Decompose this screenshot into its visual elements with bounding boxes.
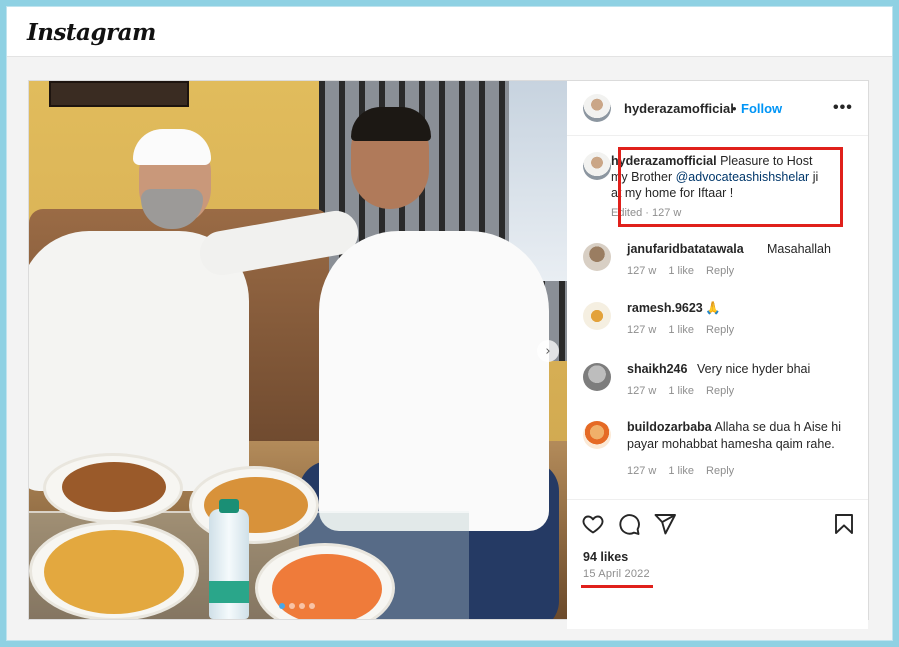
comment-likes[interactable]: 1 like bbox=[668, 385, 694, 397]
post-side-panel: hyderazamofficial • Follow ••• hyderazam… bbox=[567, 81, 868, 629]
photo-plate-bhajiya bbox=[29, 521, 199, 619]
carousel-dot bbox=[309, 603, 315, 609]
date-highlight-underline bbox=[581, 585, 653, 588]
comment-likes[interactable]: 1 like bbox=[668, 324, 694, 336]
comment-icon[interactable] bbox=[617, 512, 641, 536]
photo-plate-pakora bbox=[43, 453, 183, 523]
comment-time: 127 w bbox=[627, 324, 657, 336]
comment-avatar[interactable] bbox=[583, 421, 611, 449]
share-icon[interactable] bbox=[653, 512, 677, 536]
comment-likes[interactable]: 1 like bbox=[668, 465, 694, 477]
header-separator: • bbox=[732, 101, 737, 116]
comment-reply-button[interactable]: Reply bbox=[706, 324, 734, 336]
caption-highlight-box bbox=[618, 147, 843, 227]
comment-body: buildozarbaba Allaha se dua h Aise hi pa… bbox=[627, 419, 852, 453]
bookmark-icon[interactable] bbox=[832, 512, 856, 536]
post-date[interactable]: 15 April 2022 bbox=[583, 568, 650, 580]
photo-host-cap bbox=[133, 129, 211, 165]
photo-bottle-label bbox=[209, 581, 249, 603]
post-header: hyderazamofficial • Follow ••• bbox=[567, 81, 868, 136]
follow-button[interactable]: Follow bbox=[741, 101, 782, 116]
comment-text: Very nice hyder bhai bbox=[697, 362, 811, 376]
comment-text: Masahallah bbox=[767, 242, 831, 256]
comment-reply-button[interactable]: Reply bbox=[706, 265, 734, 277]
likes-count[interactable]: 94 likes bbox=[583, 550, 628, 564]
heart-icon[interactable] bbox=[581, 512, 605, 536]
comment-meta: 127 w 1 like Reply bbox=[627, 265, 734, 277]
more-horizontal-icon[interactable]: ••• bbox=[833, 99, 853, 117]
comment-time: 127 w bbox=[627, 465, 657, 477]
comment-avatar[interactable] bbox=[583, 363, 611, 391]
photo-guest-body bbox=[319, 231, 549, 531]
instagram-logo[interactable]: Instagram bbox=[27, 19, 156, 46]
post-photo[interactable]: › bbox=[29, 81, 567, 619]
comment-meta: 127 w 1 like Reply bbox=[627, 465, 734, 477]
photo-pakora bbox=[62, 462, 166, 512]
post-card: › hyderazamofficial • Follow ••• hyderaz… bbox=[28, 80, 869, 629]
top-navigation-bar: Instagram bbox=[7, 7, 892, 57]
photo-wall-frame bbox=[49, 81, 189, 107]
carousel-dots bbox=[279, 603, 315, 609]
photo-bhajiya bbox=[44, 530, 184, 614]
carousel-dot bbox=[289, 603, 295, 609]
comment-time: 127 w bbox=[627, 385, 657, 397]
carousel-dot bbox=[279, 603, 285, 609]
comment-meta: 127 w 1 like Reply bbox=[627, 324, 734, 336]
screenshot-frame: Instagram › hyderazamofficial • Follow •… bbox=[6, 6, 893, 641]
comment-meta: 127 w 1 like Reply bbox=[627, 385, 734, 397]
caption-avatar[interactable] bbox=[583, 152, 611, 180]
comment-text: 🙏 bbox=[705, 301, 721, 315]
author-username[interactable]: hyderazamofficial bbox=[624, 101, 734, 116]
comment-time: 127 w bbox=[627, 265, 657, 277]
photo-guest-hair bbox=[351, 107, 431, 141]
comment-item: ramesh.9623 🙏 127 w 1 like Reply bbox=[567, 300, 868, 356]
comment-avatar[interactable] bbox=[583, 302, 611, 330]
photo-bottle-cap bbox=[219, 499, 239, 513]
comment-username[interactable]: ramesh.9623 bbox=[627, 301, 703, 315]
author-avatar[interactable] bbox=[583, 94, 611, 122]
comment-item: janufaridbatatawala Masahallah 127 w 1 l… bbox=[567, 241, 868, 297]
photo-fruits bbox=[272, 554, 382, 619]
comment-item: shaikh246 Very nice hyder bhai 127 w 1 l… bbox=[567, 361, 868, 417]
comment-item: buildozarbaba Allaha se dua h Aise hi pa… bbox=[567, 419, 868, 479]
comment-username[interactable]: shaikh246 bbox=[627, 362, 687, 376]
post-actions: 94 likes 15 April 2022 bbox=[567, 499, 868, 629]
comment-username[interactable]: janufaridbatatawala bbox=[627, 242, 744, 256]
carousel-dot bbox=[299, 603, 305, 609]
comment-likes[interactable]: 1 like bbox=[668, 265, 694, 277]
comment-reply-button[interactable]: Reply bbox=[706, 465, 734, 477]
carousel-next-icon[interactable]: › bbox=[537, 340, 559, 362]
comment-reply-button[interactable]: Reply bbox=[706, 385, 734, 397]
comment-avatar[interactable] bbox=[583, 243, 611, 271]
comment-username[interactable]: buildozarbaba bbox=[627, 420, 712, 434]
